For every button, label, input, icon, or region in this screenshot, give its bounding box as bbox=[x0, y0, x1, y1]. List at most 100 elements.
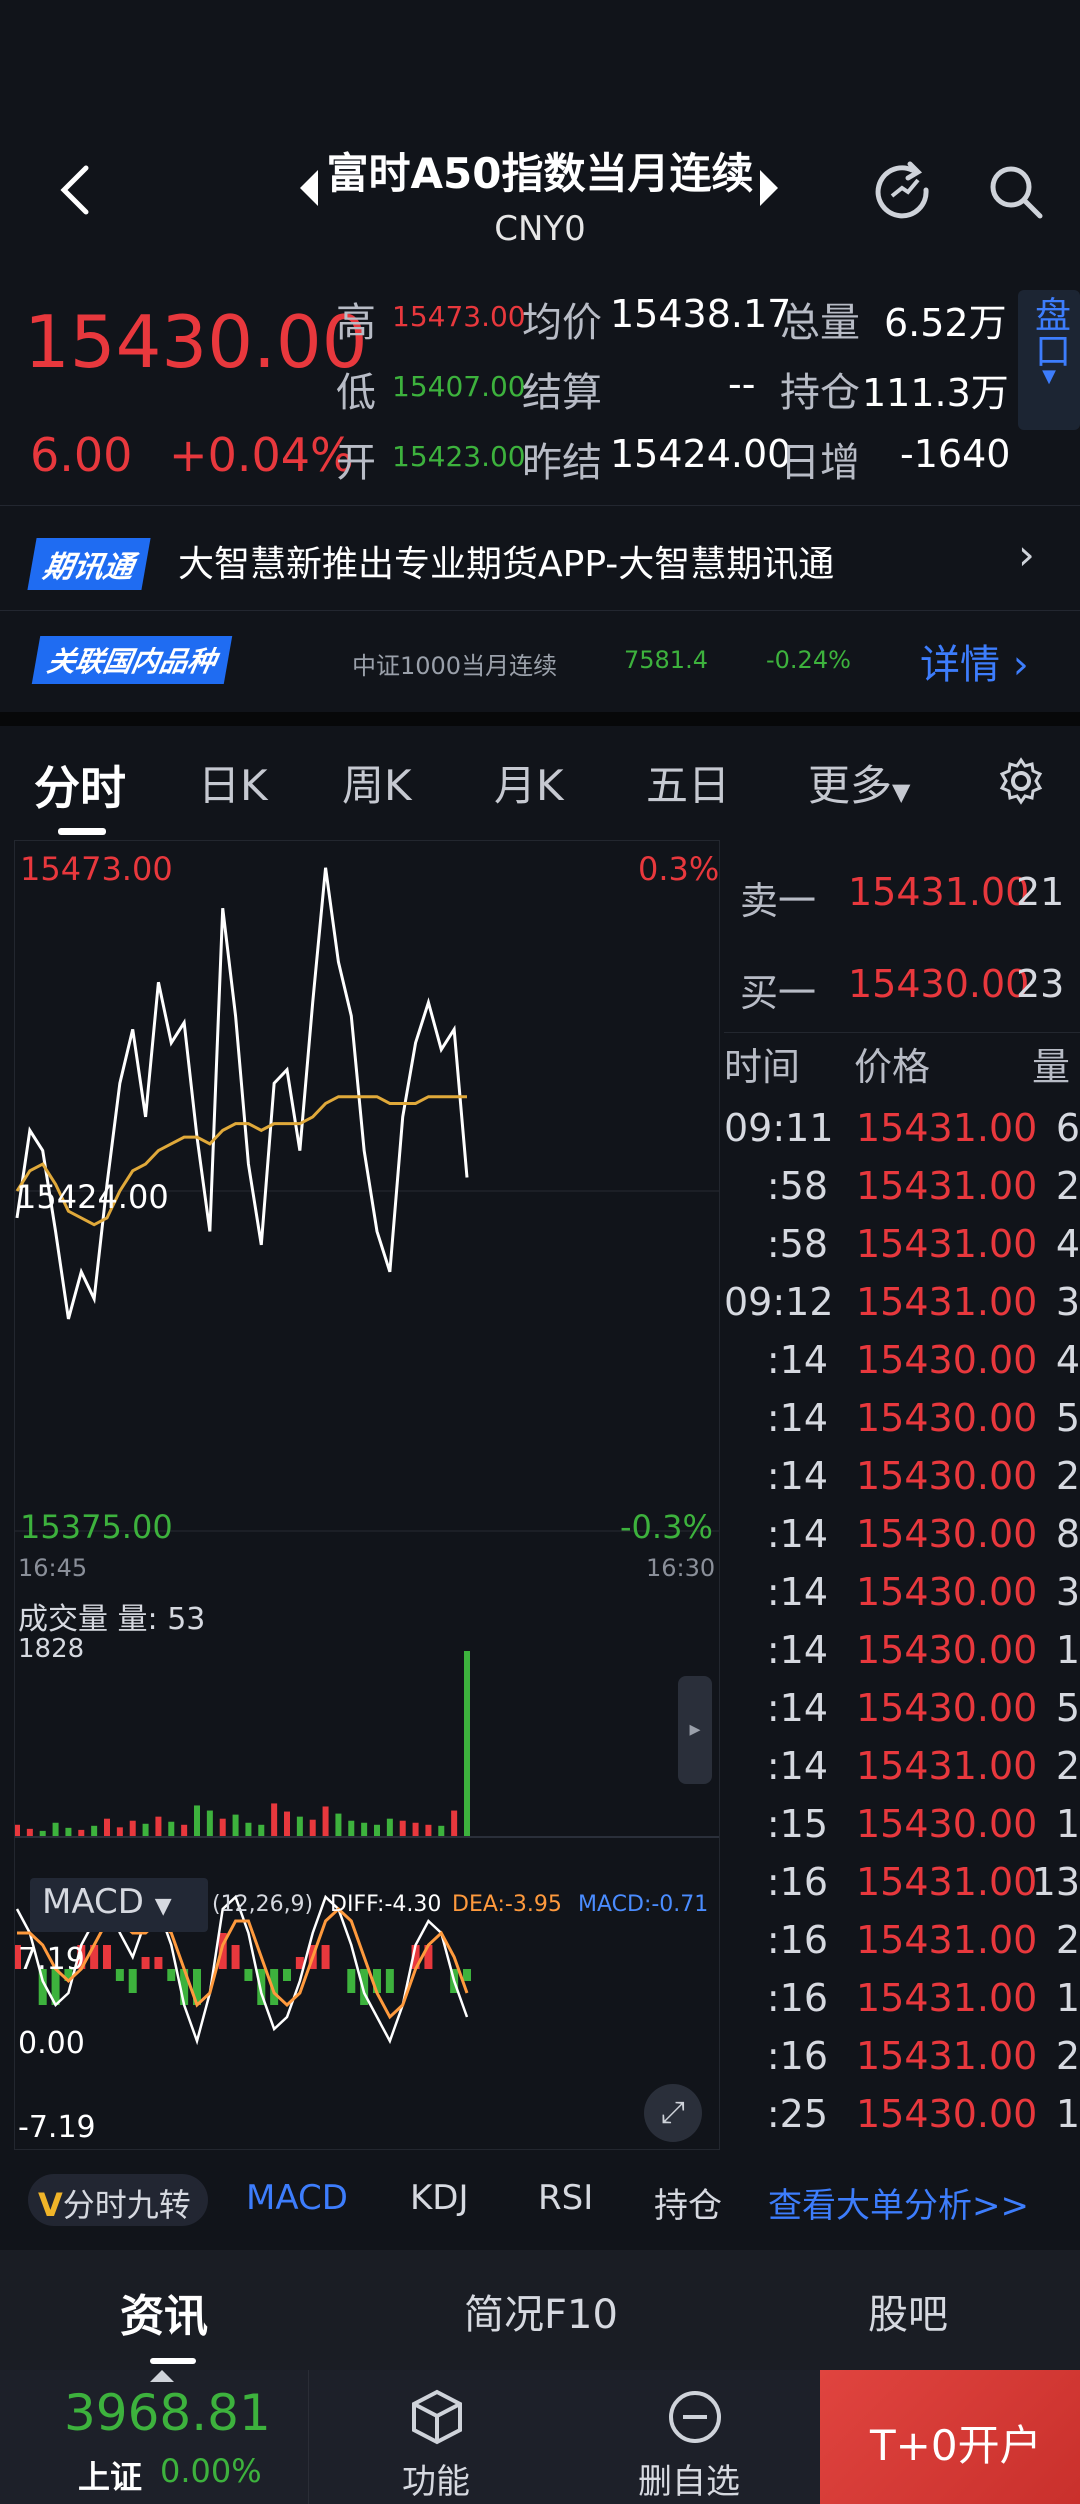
tab-f10[interactable]: 简况F10 bbox=[464, 2282, 618, 2340]
settings-gear-icon[interactable] bbox=[996, 756, 1046, 806]
macd-hist-bar bbox=[154, 1957, 163, 1969]
expand-icon[interactable]: ⤢ bbox=[644, 2084, 702, 2142]
tick-time: 09:11 bbox=[724, 1106, 834, 1150]
next-contract-arrow-icon[interactable] bbox=[760, 170, 778, 206]
expand-up-icon[interactable] bbox=[150, 2370, 174, 2382]
remove-watchlist-button[interactable]: 删自选 bbox=[620, 2370, 770, 2504]
volume-bar bbox=[116, 1827, 123, 1837]
big-order-analysis-link[interactable]: 查看大单分析>> bbox=[768, 2178, 1029, 2227]
tick-time: :16 bbox=[766, 2034, 828, 2078]
tick-time: :16 bbox=[766, 1860, 828, 1904]
ticks-head-qty: 量 bbox=[1032, 1045, 1071, 1089]
macd-diff: DIFF:-4.30 bbox=[330, 1892, 442, 1917]
footer-bar: 3968.81 上证 0.00% 功能 删自选 T+0开户 bbox=[0, 2370, 1080, 2504]
tab-more[interactable]: 更多▼ bbox=[808, 752, 910, 813]
pankou-button[interactable]: 盘口 ▼ bbox=[1018, 290, 1080, 430]
volume-bar bbox=[464, 1651, 470, 1837]
function-button[interactable]: 功能 bbox=[360, 2370, 510, 2504]
macd-selector-label: MACD bbox=[42, 1882, 144, 1922]
macd-top: 7.19 bbox=[18, 1942, 85, 1977]
tick-price: 15431.00 bbox=[856, 2034, 1038, 2078]
back-icon[interactable] bbox=[56, 160, 96, 220]
tick-time: :16 bbox=[766, 1918, 828, 1962]
volume-max: 1828 bbox=[18, 1634, 85, 1664]
tick-price: 15430.00 bbox=[856, 1338, 1038, 1382]
tick-time: :14 bbox=[766, 1744, 828, 1788]
v-nine-turn-button[interactable]: V分时九转 bbox=[28, 2174, 208, 2226]
tick-price: 15431.00 bbox=[856, 1744, 1038, 1788]
chevron-right-icon[interactable]: › bbox=[1018, 530, 1035, 579]
volume-bar bbox=[412, 1822, 419, 1837]
bottom-tabs: 资讯 简况F10 股吧 bbox=[0, 2250, 1080, 2370]
tick-price: 15431.00 bbox=[856, 1222, 1038, 1266]
contract-code: CNY0 bbox=[494, 209, 586, 249]
tick-row: :58 15431.00 2 bbox=[724, 1164, 1080, 1222]
tick-time: :15 bbox=[766, 1802, 828, 1846]
tab-daily-k[interactable]: 日K bbox=[198, 752, 268, 813]
refresh-icon[interactable] bbox=[872, 160, 936, 224]
news-text[interactable]: 大智慧新推出专业期货APP-大智慧期讯通 bbox=[178, 535, 834, 587]
macd-selector[interactable]: MACD ▼ bbox=[30, 1878, 208, 1932]
tick-qty: 1 bbox=[1055, 2092, 1080, 2136]
volume-bar bbox=[26, 1828, 33, 1837]
collapse-handle[interactable]: ▸ bbox=[678, 1676, 712, 1784]
tab-monthly-k[interactable]: 月K bbox=[494, 752, 564, 813]
related-detail-link[interactable]: 详情 › bbox=[920, 632, 1029, 690]
volume-bar bbox=[232, 1814, 239, 1837]
volume-label: 总量 bbox=[780, 300, 860, 346]
volume-bar bbox=[65, 1827, 72, 1837]
tick-qty: 13 bbox=[1031, 1860, 1080, 1904]
indicator-kdj[interactable]: KDJ bbox=[410, 2178, 469, 2218]
tick-row: :14 15430.00 8 bbox=[724, 1512, 1080, 1570]
chart-time-end: 16:30 bbox=[646, 1554, 716, 1582]
price-change: 6.00 +0.04% bbox=[30, 428, 354, 482]
tick-price: 15431.00 bbox=[856, 1918, 1038, 1962]
tick-price: 15430.00 bbox=[856, 1512, 1038, 1556]
index-value[interactable]: 3968.81 bbox=[64, 2384, 271, 2442]
ticks-head-time: 时间 bbox=[724, 1045, 801, 1089]
chart-area[interactable] bbox=[14, 840, 720, 2150]
open-label: 开 bbox=[336, 440, 376, 486]
tab-intraday[interactable]: 分时 bbox=[34, 752, 126, 818]
indicator-open-interest[interactable]: 持仓 bbox=[654, 2178, 722, 2227]
tab-news[interactable]: 资讯 bbox=[120, 2280, 208, 2344]
price-line bbox=[15, 867, 469, 1320]
macd-hist-bar bbox=[347, 1969, 356, 1993]
tick-row: :14 15430.00 3 bbox=[724, 1570, 1080, 1628]
prev-settle-value: 15424.00 bbox=[610, 432, 792, 476]
tick-qty: 8 bbox=[1055, 1512, 1080, 1556]
related-name[interactable]: 中证1000当月连续 bbox=[352, 646, 557, 681]
high-value: 15473.00 bbox=[392, 300, 526, 333]
open-value: 15423.00 bbox=[392, 440, 526, 473]
volume-bar bbox=[168, 1821, 175, 1837]
volume-bar bbox=[348, 1820, 355, 1837]
tab-five-day[interactable]: 五日 bbox=[646, 752, 730, 813]
remove-watchlist-label: 删自选 bbox=[638, 2462, 740, 2502]
tick-price: 15430.00 bbox=[856, 1686, 1038, 1730]
indicator-rsi[interactable]: RSI bbox=[538, 2178, 593, 2218]
volume-bar bbox=[296, 1816, 303, 1837]
volume-bar bbox=[142, 1823, 149, 1837]
daily-increase-value: -1640 bbox=[900, 432, 1011, 476]
related-tag: 关联国内品种 bbox=[31, 636, 233, 684]
caret-down-icon: ▼ bbox=[154, 1894, 172, 1919]
section-divider bbox=[0, 712, 1080, 726]
chart-mid-price: 15424.00 bbox=[16, 1178, 169, 1216]
indicator-macd[interactable]: MACD bbox=[246, 2178, 348, 2218]
daily-increase-label: 日增 bbox=[780, 440, 860, 486]
tab-forum[interactable]: 股吧 bbox=[868, 2282, 948, 2340]
tick-time: :14 bbox=[766, 1338, 828, 1382]
change-value: 6.00 bbox=[30, 428, 133, 482]
buy1-qty: 23 bbox=[1016, 962, 1065, 1006]
tick-price: 15431.00 bbox=[856, 1860, 1038, 1904]
open-account-button[interactable]: T+0开户 bbox=[820, 2370, 1080, 2504]
volume-value: 6.52万 bbox=[884, 301, 1007, 345]
tick-row: :14 15430.00 1 bbox=[724, 1628, 1080, 1686]
tab-more-label: 更多 bbox=[808, 761, 893, 810]
volume-bar bbox=[386, 1818, 393, 1837]
v-nine-turn-label: 分时九转 bbox=[62, 2186, 191, 2224]
tab-weekly-k[interactable]: 周K bbox=[342, 752, 412, 813]
settle-value: -- bbox=[728, 362, 756, 406]
search-icon[interactable] bbox=[986, 162, 1046, 222]
volume-bar bbox=[181, 1824, 188, 1837]
